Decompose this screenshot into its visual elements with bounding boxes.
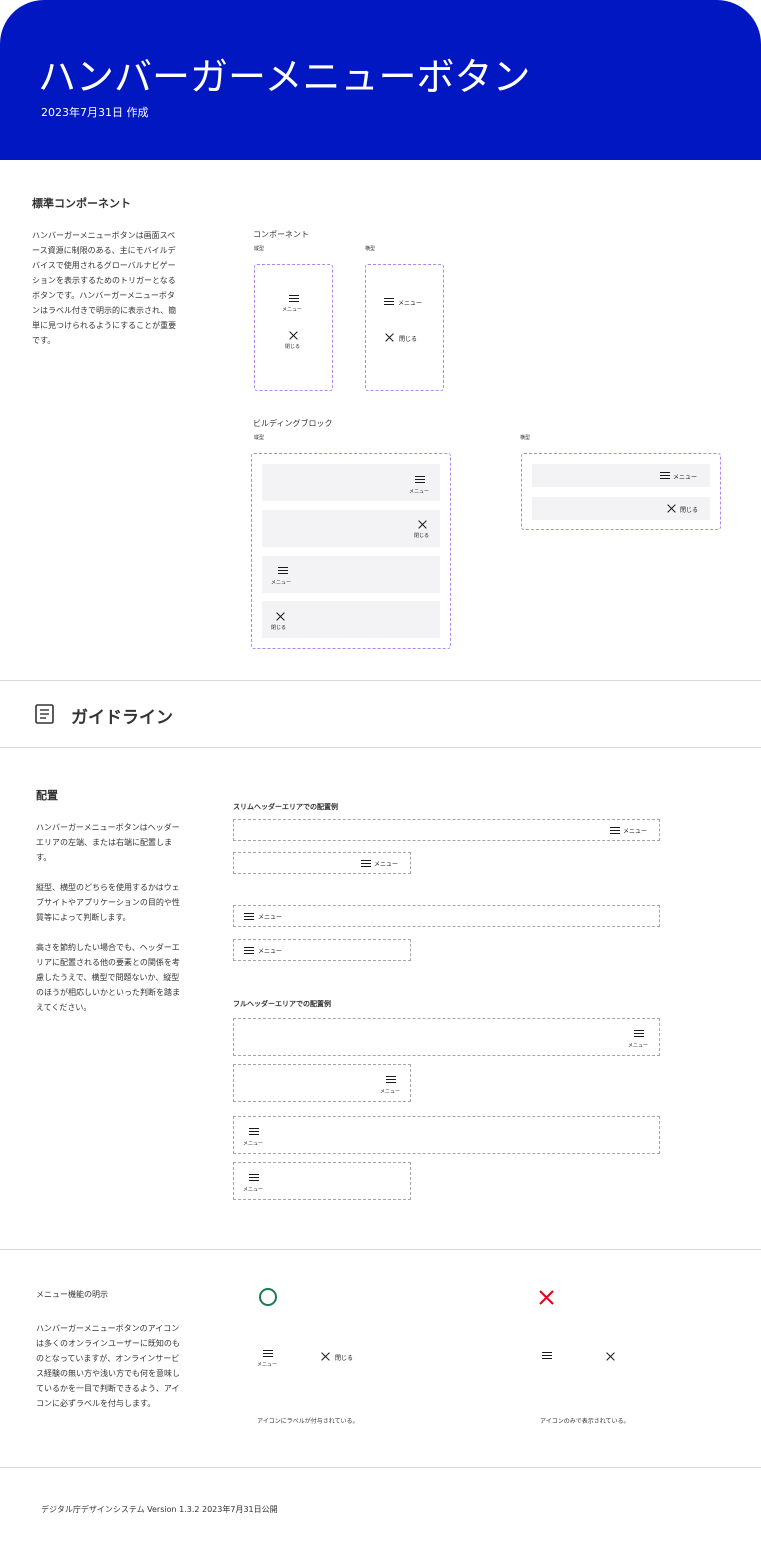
good-circle-icon — [259, 1288, 277, 1306]
menu-label: メニュー — [243, 1141, 264, 1147]
slim-wide-left: メニュー — [233, 905, 660, 927]
close-label: 閉じる — [271, 625, 287, 631]
menu-button-vertical[interactable]: メニュー — [281, 295, 307, 315]
close-label: 閉じる — [285, 344, 301, 350]
full-narrow-left: メニュー — [233, 1162, 411, 1200]
hamburger-icon[interactable] — [249, 1128, 259, 1135]
bb-cell-menu-left: メニュー — [262, 556, 440, 593]
menu-label: メニュー — [673, 474, 698, 481]
bb-horizontal-label: 横型 — [520, 435, 531, 441]
close-icon — [321, 1352, 330, 1361]
menu-label: メニュー — [257, 1362, 278, 1368]
bb-cell-close-left: 閉じる — [262, 601, 440, 638]
slim-narrow-right: メニュー — [233, 852, 411, 874]
hamburger-icon[interactable] — [361, 860, 371, 867]
close-label: 閉じる — [335, 1355, 354, 1362]
menu-label: メニュー — [380, 1089, 401, 1095]
menu-label: メニュー — [282, 307, 303, 313]
hamburger-icon[interactable] — [244, 947, 254, 954]
hamburger-icon[interactable] — [278, 567, 288, 574]
full-narrow-right: メニュー — [233, 1064, 411, 1102]
close-icon[interactable] — [276, 612, 285, 621]
placement-paragraph-1: ハンバーガーメニューボタンはヘッダーエリアの左端、または右端に配置します。 — [36, 823, 180, 862]
close-button-horizontal[interactable]: 閉じる — [385, 333, 425, 343]
bb-cell-menu-horizontal: メニュー — [532, 464, 710, 487]
divider — [0, 1467, 761, 1468]
hamburger-icon[interactable] — [415, 476, 425, 483]
horizontal-label: 横型 — [365, 246, 376, 252]
menu-label: メニュー — [258, 948, 283, 955]
menu-label: メニュー — [623, 828, 648, 835]
close-label: 閉じる — [414, 533, 430, 539]
bad-cross-icon — [539, 1290, 554, 1305]
menu-label: メニュー — [243, 1187, 264, 1193]
component-label: コンポーネント — [253, 230, 309, 239]
hamburger-icon[interactable] — [660, 472, 670, 479]
menu-label: メニュー — [374, 861, 399, 868]
menu-label: メニュー — [398, 300, 423, 307]
good-menu-button[interactable]: メニュー — [257, 1350, 283, 1370]
menu-label: メニュー — [628, 1043, 649, 1049]
bb-cell-close-right: 閉じる — [262, 510, 440, 547]
standard-description: ハンバーガーメニューボタンは画面スペース資源に制限のある、主にモバイルデバイスで… — [32, 231, 177, 345]
good-close-button[interactable]: 閉じる — [321, 1352, 361, 1362]
close-icon — [385, 333, 394, 342]
menu-button-horizontal[interactable]: メニュー — [384, 297, 429, 307]
bb-cell-close-horizontal: 閉じる — [532, 497, 710, 520]
building-block-vertical-frame: メニュー 閉じる メニュー 閉じる — [251, 453, 451, 649]
divider — [0, 680, 761, 681]
divider — [0, 747, 761, 748]
close-button-vertical[interactable]: 閉じる — [281, 331, 307, 351]
hamburger-icon[interactable] — [249, 1174, 259, 1181]
full-wide-left: メニュー — [233, 1116, 660, 1154]
page-header: ハンバーガーメニューボタン 2023年7月31日 作成 — [0, 0, 761, 160]
menu-label: メニュー — [258, 914, 283, 921]
hamburger-icon — [289, 295, 299, 302]
divider — [0, 1249, 761, 1250]
component-horizontal-frame: メニュー 閉じる — [365, 264, 444, 391]
slim-narrow-left: メニュー — [233, 939, 411, 961]
vertical-label: 縦型 — [254, 246, 265, 252]
slim-wide-right: メニュー — [233, 819, 660, 841]
close-label: 閉じる — [399, 336, 418, 343]
explicit-description: ハンバーガーメニューボタンのアイコンは多くのオンラインユーザーに既知のものとなっ… — [36, 1324, 180, 1408]
explicit-heading: メニュー機能の明示 — [36, 1290, 108, 1299]
page-title: ハンバーガーメニューボタン — [38, 55, 531, 99]
placement-paragraph-2: 縦型、横型のどちらを使用するかはウェブサイトやアプリケーションの目的や性質等によ… — [36, 883, 180, 922]
close-icon[interactable] — [667, 504, 676, 513]
building-block-label: ビルディングブロック — [253, 419, 333, 428]
guideline-title: ガイドライン — [71, 708, 173, 728]
hamburger-icon[interactable] — [244, 913, 254, 920]
full-wide-right: メニュー — [233, 1018, 660, 1056]
bad-caption: アイコンのみで表示されている。 — [540, 1418, 630, 1425]
component-vertical-frame: メニュー 閉じる — [254, 264, 333, 391]
bb-cell-menu-right: メニュー — [262, 464, 440, 501]
hamburger-icon — [384, 298, 394, 305]
document-icon — [35, 704, 54, 724]
bad-hamburger-icon[interactable] — [542, 1352, 552, 1359]
close-icon — [289, 331, 298, 340]
hamburger-icon[interactable] — [610, 827, 620, 834]
close-label: 閉じる — [680, 507, 699, 514]
created-date: 2023年7月31日 作成 — [41, 106, 149, 119]
menu-label: メニュー — [409, 489, 430, 495]
hamburger-icon[interactable] — [634, 1030, 644, 1037]
slim-header-title: スリムヘッダーエリアでの配置例 — [233, 803, 338, 811]
close-icon[interactable] — [418, 520, 427, 529]
bad-close-icon[interactable] — [606, 1352, 615, 1361]
bb-vertical-label: 縦型 — [254, 435, 265, 441]
hamburger-icon — [263, 1350, 273, 1357]
standard-heading: 標準コンポーネント — [32, 197, 131, 210]
good-caption: アイコンにラベルが付与されている。 — [257, 1418, 359, 1425]
building-block-horizontal-frame: メニュー 閉じる — [521, 453, 721, 530]
menu-label: メニュー — [271, 580, 292, 586]
footer-text: デジタル庁デザインシステム Version 1.3.2 2023年7月31日公開 — [41, 1505, 278, 1514]
full-header-title: フルヘッダーエリアでの配置例 — [233, 1000, 331, 1008]
placement-paragraph-3: 高さを節約したい場合でも、ヘッダーエリアに配置される他の要素との関係を考慮したう… — [36, 943, 180, 1012]
hamburger-icon[interactable] — [386, 1076, 396, 1083]
placement-heading: 配置 — [36, 789, 58, 802]
